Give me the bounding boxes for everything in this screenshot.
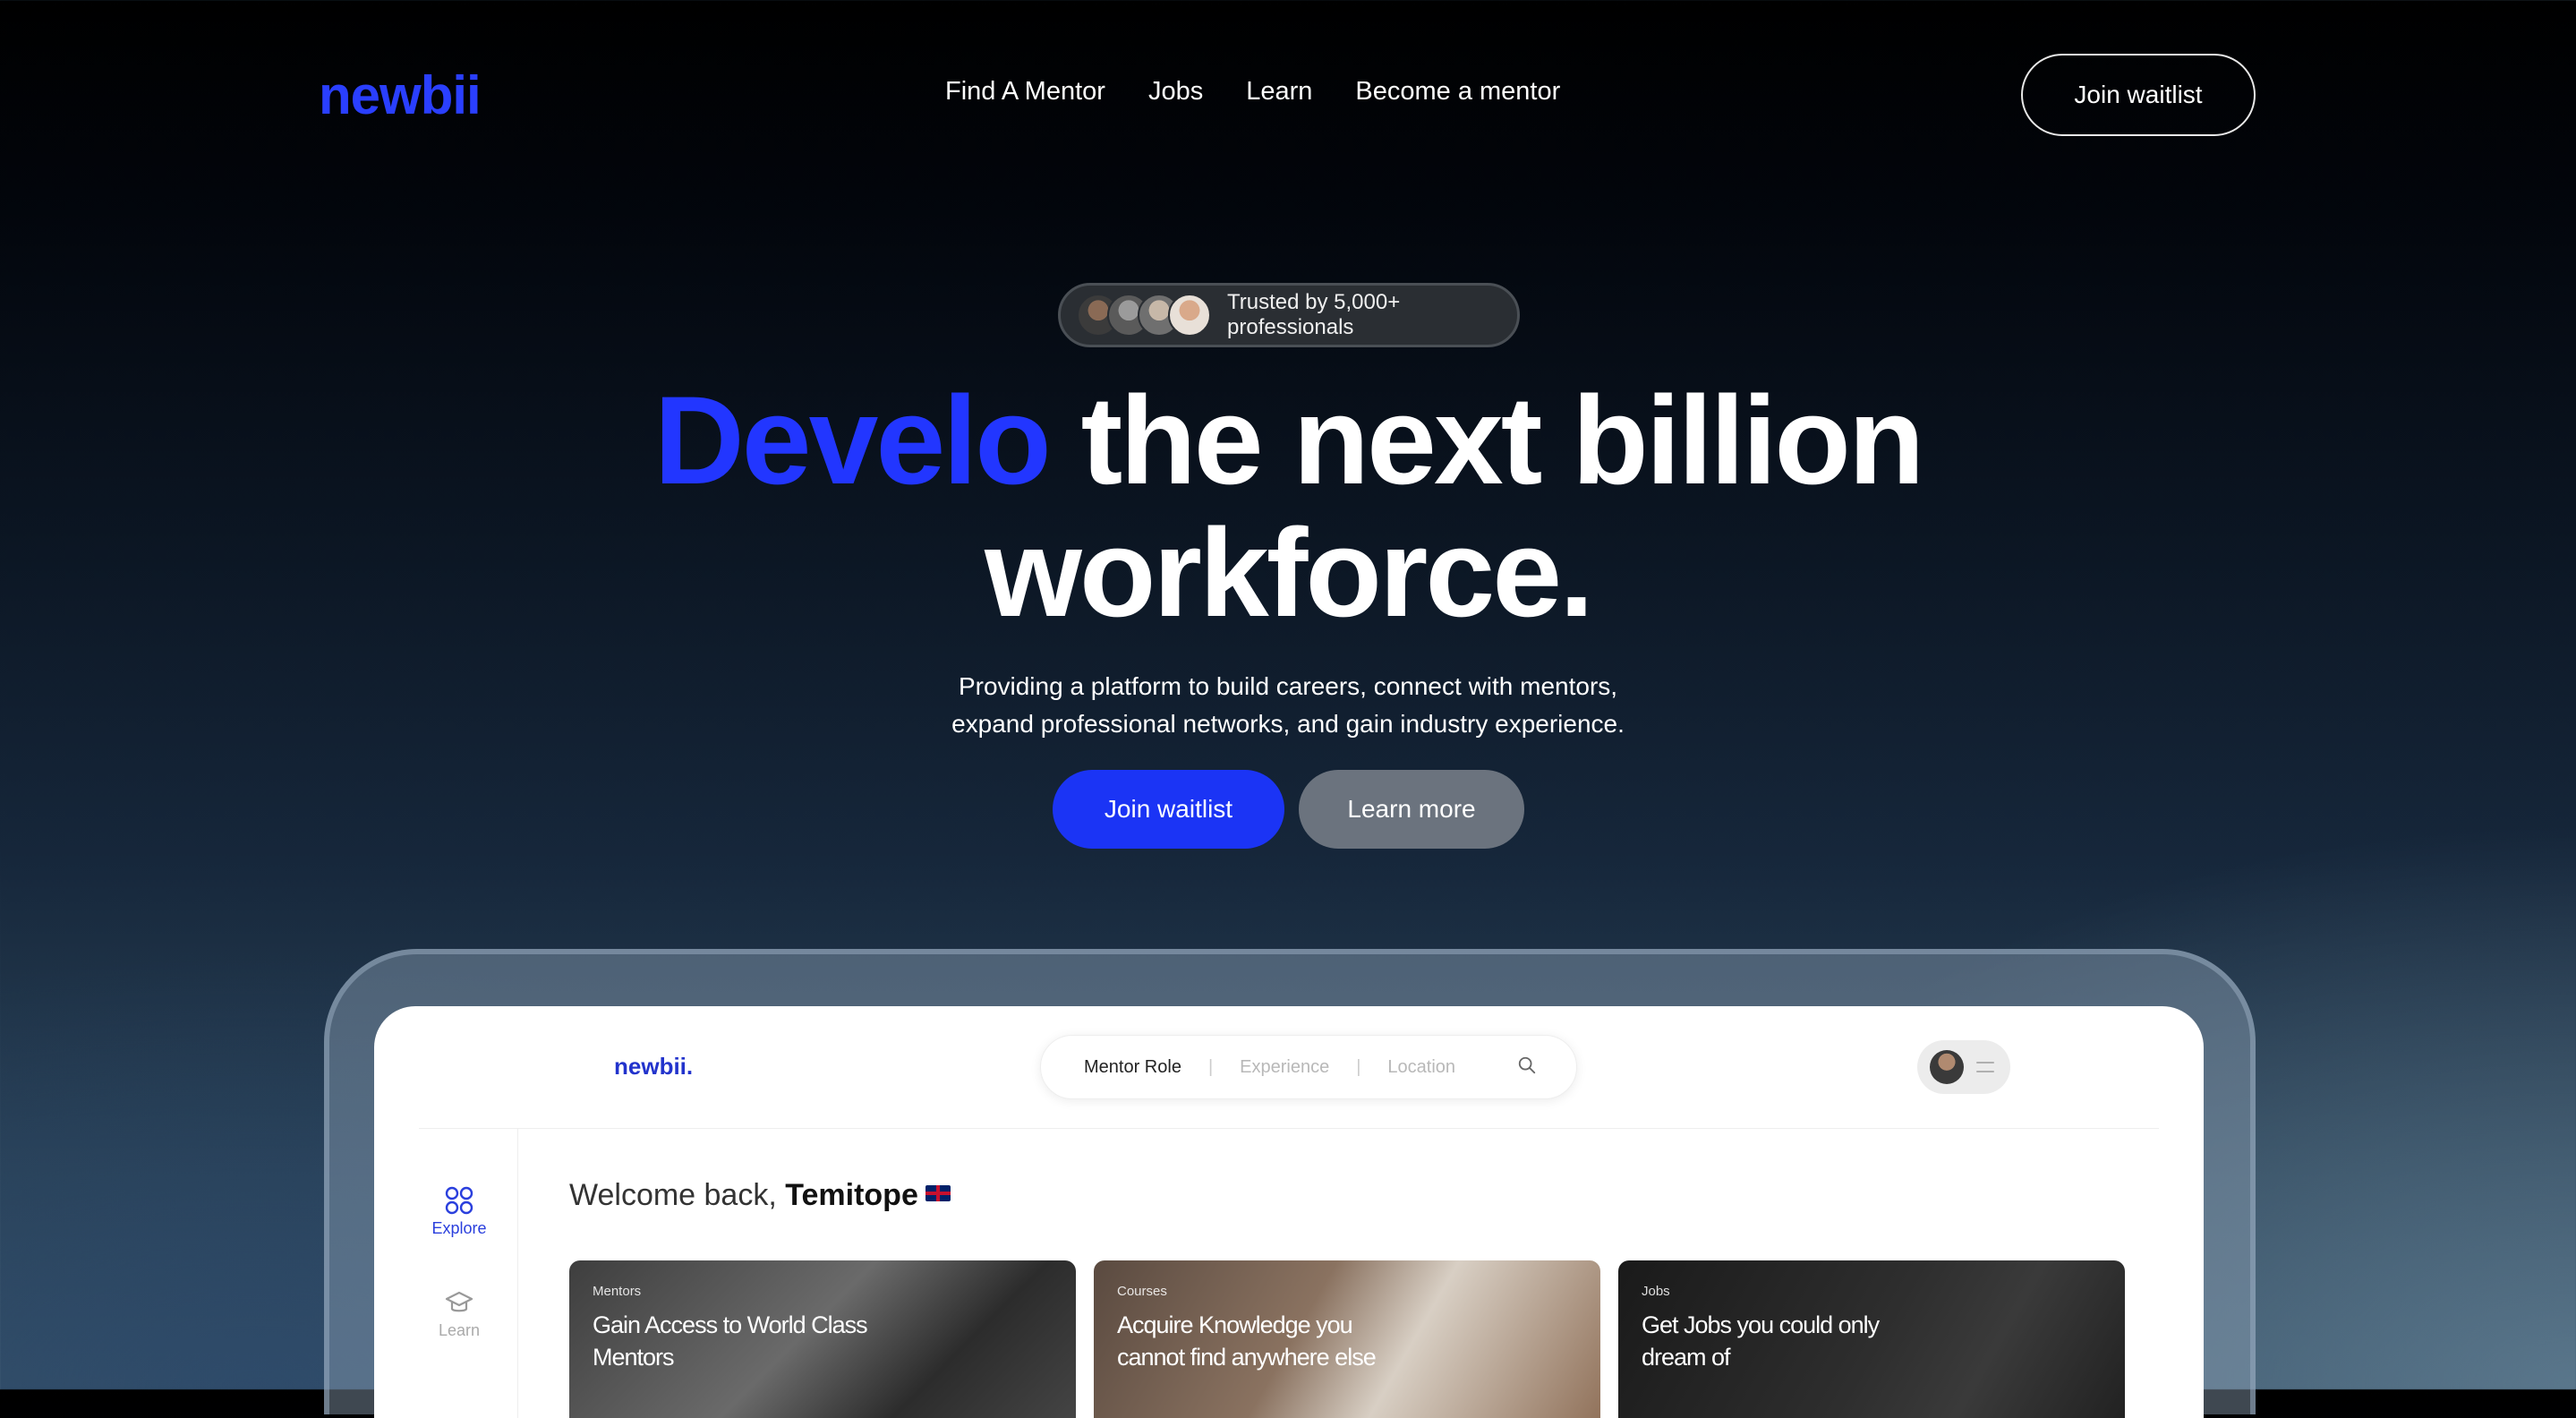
- nav-join-waitlist-button[interactable]: Join waitlist: [2021, 54, 2256, 136]
- hero-headline: Develo the next billion workforce.: [0, 374, 2576, 639]
- search-segment-experience: Experience: [1240, 1056, 1330, 1077]
- user-name: Temitope: [785, 1178, 918, 1212]
- card-tag: Jobs: [1642, 1284, 1670, 1299]
- join-waitlist-button[interactable]: Join waitlist: [1053, 770, 1284, 849]
- search-divider: |: [1207, 1056, 1214, 1077]
- trust-text: Trusted by 5,000+ professionals: [1227, 290, 1401, 339]
- nav-link-become-a-mentor[interactable]: Become a mentor: [1355, 77, 1560, 107]
- app-user-menu: [1917, 1040, 2010, 1094]
- card-tag: Courses: [1117, 1284, 1167, 1299]
- sidebar-item-label: Learn: [438, 1321, 481, 1339]
- feature-card-jobs: Jobs Get Jobs you could only dream of: [1618, 1260, 2125, 1418]
- uk-flag-icon: [925, 1185, 951, 1201]
- nav-link-jobs[interactable]: Jobs: [1148, 77, 1203, 107]
- top-navigation: newbii Find A Mentor Jobs Learn Become a…: [0, 0, 2576, 190]
- app-search-bar: Mentor Role | Experience | Location: [1040, 1035, 1577, 1099]
- nav-links: Find A Mentor Jobs Learn Become a mentor: [945, 77, 1560, 107]
- hero-subtitle: Providing a platform to build careers, c…: [0, 668, 2576, 743]
- card-tag: Mentors: [593, 1284, 642, 1299]
- grid-icon: [445, 1186, 473, 1215]
- sidebar-item-label: Explore: [431, 1219, 487, 1237]
- nav-link-learn[interactable]: Learn: [1246, 77, 1312, 107]
- learn-more-button[interactable]: Learn more: [1299, 770, 1524, 849]
- app-preview-screen: newbii. Mentor Role | Experience | Locat…: [374, 1006, 2204, 1418]
- welcome-message: Welcome back, Temitope: [569, 1178, 951, 1213]
- feature-card-courses: Courses Acquire Knowledge you cannot fin…: [1094, 1260, 1600, 1418]
- avatar-group: [1077, 294, 1211, 337]
- headline-line-2: workforce.: [985, 502, 1594, 643]
- search-segment-mentor-role: Mentor Role: [1084, 1056, 1181, 1077]
- card-title: Get Jobs you could only dream of: [1642, 1311, 1880, 1371]
- search-segment-location: Location: [1387, 1056, 1456, 1077]
- sidebar-item-learn: Learn: [401, 1287, 517, 1340]
- nav-link-find-a-mentor[interactable]: Find A Mentor: [945, 77, 1105, 107]
- subtitle-line-2: expand professional networks, and gain i…: [951, 710, 1625, 738]
- feature-card-mentors: Mentors Gain Access to World Class Mento…: [569, 1260, 1076, 1418]
- welcome-prefix: Welcome back,: [569, 1178, 777, 1212]
- sidebar-item-explore: Explore: [401, 1185, 517, 1238]
- headline-rest: the next billion: [1080, 370, 1925, 510]
- card-title: Gain Access to World Class Mentors: [593, 1311, 868, 1371]
- avatar: [1168, 294, 1211, 337]
- subtitle-line-1: Providing a platform to build careers, c…: [958, 672, 1618, 700]
- avatar: [1930, 1050, 1964, 1084]
- divider: [419, 1128, 2159, 1129]
- brand-logo[interactable]: newbii: [319, 64, 482, 126]
- app-logo: newbii.: [614, 1053, 694, 1080]
- headline-accent: Develo: [653, 370, 1052, 510]
- search-divider: |: [1356, 1056, 1361, 1077]
- divider: [517, 1128, 518, 1418]
- headline-line-1: Develo the next billion: [0, 374, 2576, 507]
- search-icon: [1518, 1056, 1536, 1074]
- graduation-cap-icon: [445, 1291, 473, 1312]
- trust-badge: Trusted by 5,000+ professionals: [1058, 283, 1520, 347]
- menu-icon: [1976, 1062, 1994, 1072]
- card-title: Acquire Knowledge you cannot find anywhe…: [1117, 1311, 1377, 1371]
